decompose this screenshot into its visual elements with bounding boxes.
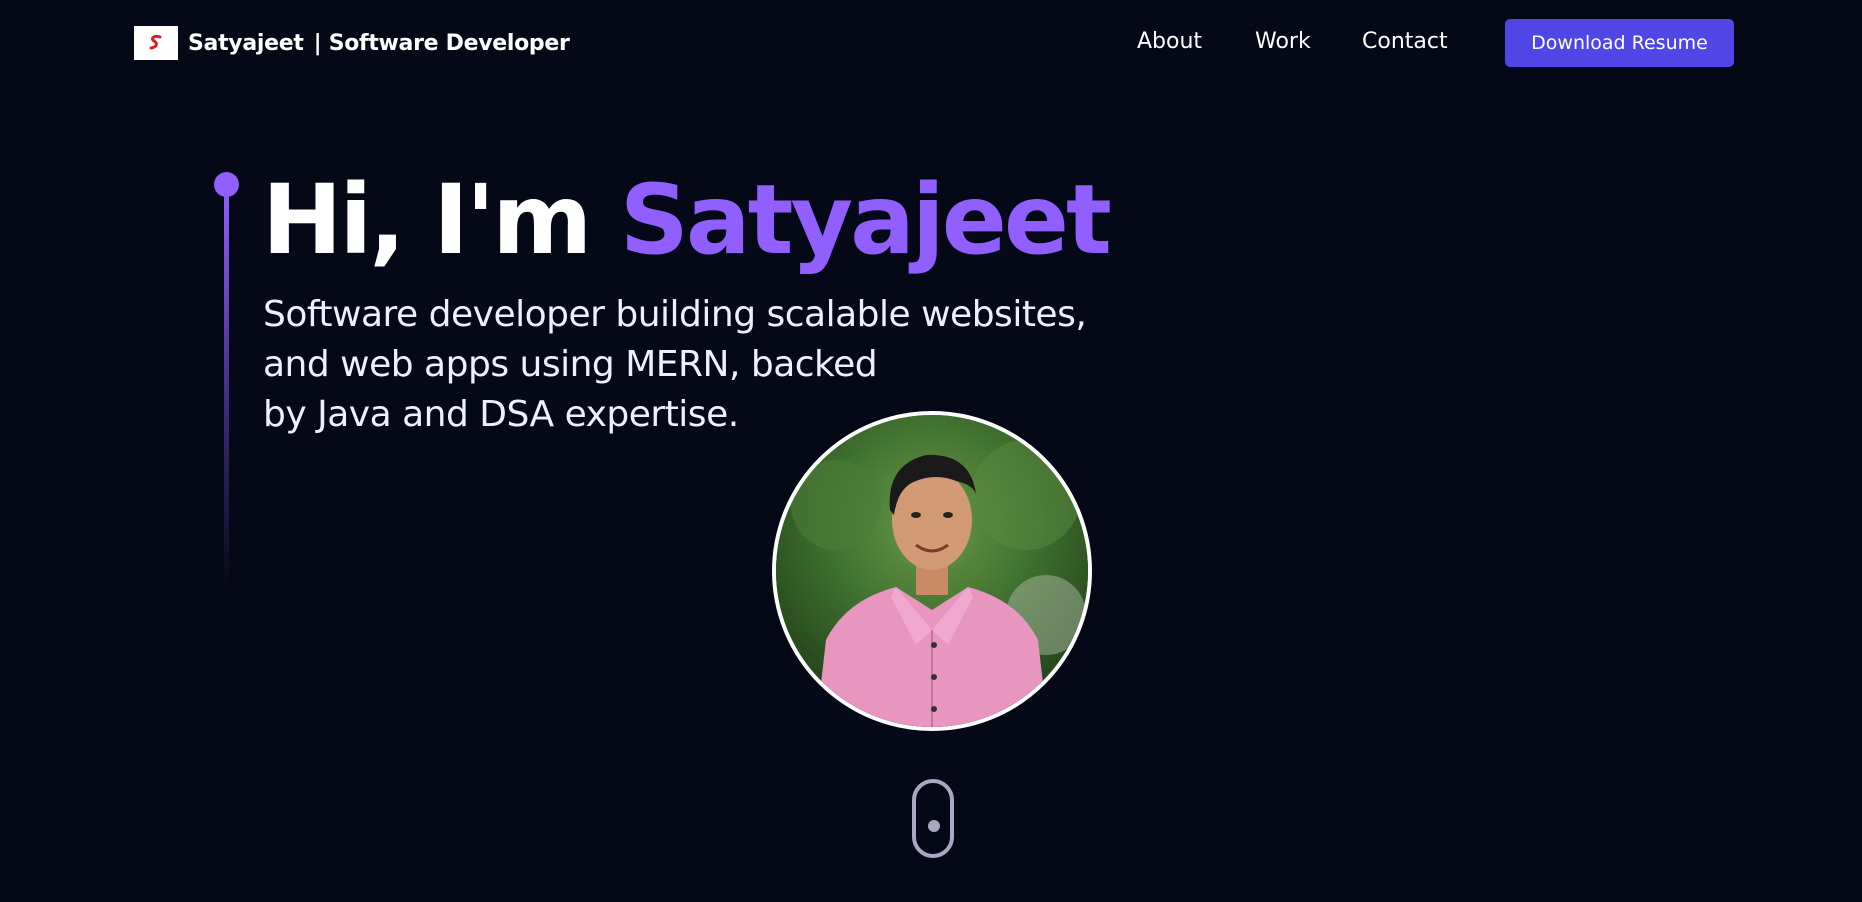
hero-subtitle-line: by Java and DSA expertise. [263, 394, 739, 435]
profile-photo [772, 411, 1092, 731]
brand-link[interactable]: Satyajeet | Software Developer [134, 26, 570, 60]
nav-link-work[interactable]: Work [1255, 29, 1311, 54]
navbar: Satyajeet | Software Developer About Work… [0, 0, 1862, 88]
s-logo-icon [134, 26, 178, 60]
brand-name: Satyajeet [188, 30, 304, 56]
hero-subtitle-line: Software developer building scalable web… [263, 294, 1087, 335]
brand-text: Satyajeet | Software Developer [188, 31, 570, 56]
download-resume-button[interactable]: Download Resume [1505, 19, 1734, 67]
mouse-scroll-icon [928, 820, 940, 832]
scroll-down-indicator[interactable] [912, 779, 954, 858]
timeline-line [224, 190, 229, 590]
brand-role: | Software Developer [313, 30, 570, 56]
hero-greeting: Hi, I'm [262, 164, 592, 276]
hero-name: Satyajeet [619, 164, 1112, 276]
hero-subtitle-line: and web apps using MERN, backed [263, 344, 878, 385]
hero-title: Hi, I'm Satyajeet [262, 160, 1112, 280]
nav-link-contact[interactable]: Contact [1362, 29, 1448, 54]
nav-link-about[interactable]: About [1137, 29, 1202, 54]
hero-subtitle: Software developer building scalable web… [263, 290, 1203, 440]
